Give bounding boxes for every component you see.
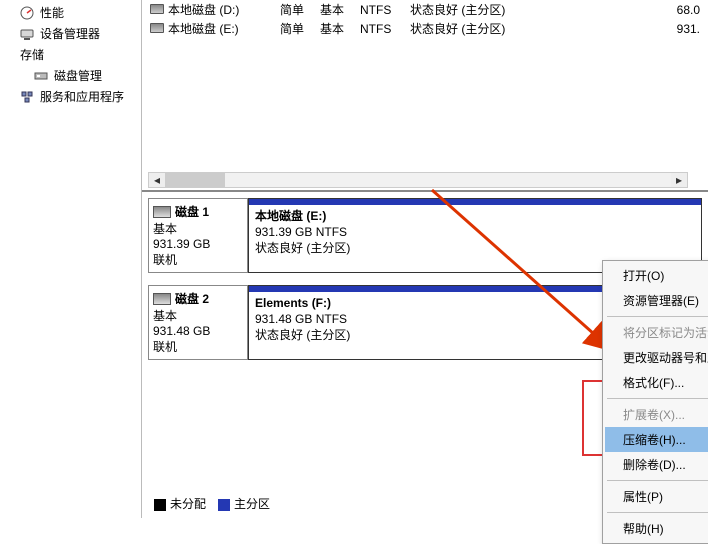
disk-size: 931.48 GB (153, 324, 243, 338)
legend-swatch-primary (218, 499, 230, 511)
sidebar: 性能 设备管理器 存储 磁盘管理 服务和应用程序 (0, 0, 142, 518)
volume-status: 状态良好 (主分区) (410, 20, 580, 37)
sidebar-item-storage[interactable]: 存储 (0, 44, 141, 65)
sidebar-item-label: 设备管理器 (40, 25, 100, 42)
partition-status: 状态良好 (主分区) (255, 240, 695, 256)
volume-icon (150, 4, 164, 14)
sidebar-item-label: 存储 (20, 46, 44, 63)
disk-size: 931.39 GB (153, 237, 243, 251)
menu-separator (607, 480, 708, 481)
menu-separator (607, 398, 708, 399)
volume-status: 状态良好 (主分区) (410, 1, 580, 18)
sidebar-item-performance[interactable]: 性能 (0, 2, 141, 23)
menu-extend-volume: 扩展卷(X)... (605, 402, 708, 427)
horizontal-scrollbar[interactable]: ◂ ▸ (148, 172, 688, 188)
sidebar-item-services[interactable]: 服务和应用程序 (0, 86, 141, 107)
volume-fs: NTFS (360, 22, 410, 36)
volume-name: 本地磁盘 (D:) (168, 3, 239, 17)
sidebar-item-device-manager[interactable]: 设备管理器 (0, 23, 141, 44)
perf-icon (20, 6, 34, 20)
sidebar-item-label: 磁盘管理 (54, 67, 102, 84)
volume-fs: NTFS (360, 3, 410, 17)
menu-format[interactable]: 格式化(F)... (605, 370, 708, 395)
disk-kind: 基本 (153, 307, 243, 324)
scroll-thumb[interactable] (165, 173, 225, 187)
volume-table: 本地磁盘 (D:) 简单 基本 NTFS 状态良好 (主分区) 68.0 本地磁… (142, 0, 708, 190)
menu-help[interactable]: 帮助(H) (605, 516, 708, 541)
disk-title: 磁盘 2 (175, 290, 209, 307)
scroll-left-arrow[interactable]: ◂ (149, 173, 165, 187)
disk-header[interactable]: 磁盘 2 基本 931.48 GB 联机 (148, 285, 248, 360)
sidebar-item-label: 性能 (40, 4, 64, 21)
menu-change-drive-letter[interactable]: 更改驱动器号和路径(C)... (605, 345, 708, 370)
volume-type: 基本 (320, 20, 360, 37)
disk-state: 联机 (153, 338, 243, 355)
main-panel: 本地磁盘 (D:) 简单 基本 NTFS 状态良好 (主分区) 68.0 本地磁… (142, 0, 708, 518)
legend-label-primary: 主分区 (234, 497, 270, 511)
table-row[interactable]: 本地磁盘 (E:) 简单 基本 NTFS 状态良好 (主分区) 931. (142, 19, 708, 38)
disk-mgmt-icon (34, 69, 48, 83)
sidebar-item-disk-management[interactable]: 磁盘管理 (0, 65, 141, 86)
scroll-right-arrow[interactable]: ▸ (671, 173, 687, 187)
sidebar-item-label: 服务和应用程序 (40, 88, 124, 105)
disk-state: 联机 (153, 251, 243, 268)
menu-properties[interactable]: 属性(P) (605, 484, 708, 509)
disk-kind: 基本 (153, 220, 243, 237)
volume-layout: 简单 (280, 1, 320, 18)
menu-explorer[interactable]: 资源管理器(E) (605, 288, 708, 313)
disk-icon (153, 206, 171, 218)
disk-icon (153, 293, 171, 305)
legend-swatch-unallocated (154, 499, 166, 511)
menu-separator (607, 512, 708, 513)
menu-delete-volume[interactable]: 删除卷(D)... (605, 452, 708, 477)
disk-header[interactable]: 磁盘 1 基本 931.39 GB 联机 (148, 198, 248, 273)
volume-layout: 简单 (280, 20, 320, 37)
volume-icon (150, 23, 164, 33)
volume-size: 931. (580, 22, 700, 36)
menu-shrink-volume[interactable]: 压缩卷(H)... (605, 427, 708, 452)
legend-label-unallocated: 未分配 (170, 497, 206, 511)
partition-size: 931.39 GB NTFS (255, 224, 695, 240)
menu-open[interactable]: 打开(O) (605, 263, 708, 288)
table-row[interactable]: 本地磁盘 (D:) 简单 基本 NTFS 状态良好 (主分区) 68.0 (142, 0, 708, 19)
services-icon (20, 90, 34, 104)
volume-type: 基本 (320, 1, 360, 18)
volume-name: 本地磁盘 (E:) (168, 22, 239, 36)
partition-context-menu: 打开(O) 资源管理器(E) 将分区标记为活动分区(M) 更改驱动器号和路径(C… (602, 260, 708, 544)
menu-mark-active: 将分区标记为活动分区(M) (605, 320, 708, 345)
volume-size: 68.0 (580, 3, 700, 17)
menu-separator (607, 316, 708, 317)
disk-title: 磁盘 1 (175, 203, 209, 220)
partition-label: 本地磁盘 (E:) (255, 208, 695, 224)
legend: 未分配 主分区 (154, 495, 270, 512)
device-mgr-icon (20, 27, 34, 41)
